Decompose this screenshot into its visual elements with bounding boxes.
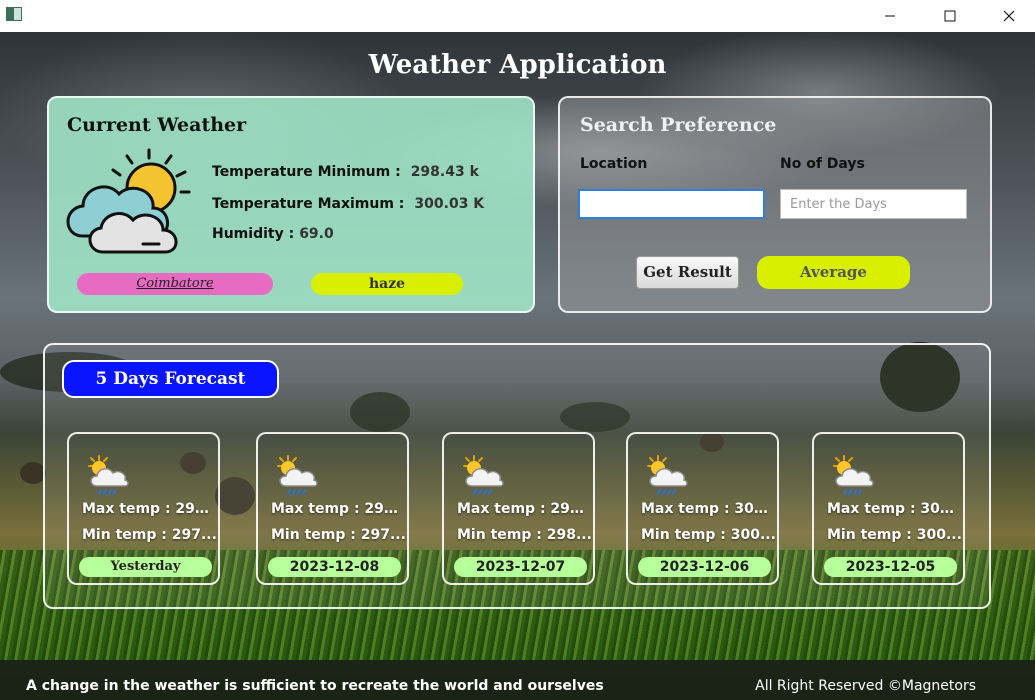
- min-temp-text: Min temp : 297...: [82, 527, 217, 543]
- date-badge: 2023-12-05: [824, 557, 957, 577]
- search-preference-panel: Search Preference Location No of Days Ge…: [558, 96, 992, 313]
- forecast-day-card: Max temp : 297... Min temp : 297... 2023…: [256, 432, 409, 585]
- min-temp-text: Min temp : 298...: [457, 527, 592, 543]
- date-badge: 2023-12-07: [454, 557, 587, 577]
- sun-behind-clouds-icon: [66, 148, 191, 254]
- min-temp-text: Min temp : 300...: [641, 527, 776, 543]
- min-temp-text: Min temp : 297...: [271, 527, 406, 543]
- maximize-button[interactable]: [927, 0, 973, 32]
- max-temp-text: Max temp : 297...: [271, 501, 406, 517]
- forecast-day-card: Max temp : 300... Min temp : 300... 2023…: [812, 432, 965, 585]
- forecast-day-card: Max temp : 298... Min temp : 298... 2023…: [442, 432, 595, 585]
- sun-cloud-rain-icon: [88, 455, 129, 495]
- sun-cloud-rain-icon: [463, 455, 504, 495]
- condition-badge: haze: [311, 273, 463, 295]
- city-link[interactable]: Coimbatore: [77, 273, 273, 295]
- app-title: Weather Application: [368, 50, 667, 80]
- search-preference-title: Search Preference: [580, 114, 777, 136]
- max-temp-text: Max temp : 297...: [82, 501, 217, 517]
- window-title-bar: [0, 0, 1035, 32]
- minimize-icon: [885, 15, 895, 17]
- date-badge: 2023-12-06: [638, 557, 771, 577]
- current-weather-title: Current Weather: [67, 114, 247, 136]
- date-badge: 2023-12-08: [268, 557, 401, 577]
- temp-min-row: Temperature Minimum : 298.43 k: [212, 164, 479, 180]
- forecast-day-card: Max temp : 300... Min temp : 300... 2023…: [626, 432, 779, 585]
- sun-cloud-rain-icon: [277, 455, 318, 495]
- footer-rights: All Right Reserved ©Magnetors: [755, 678, 976, 694]
- close-button[interactable]: [986, 0, 1032, 32]
- sun-cloud-rain-icon: [647, 455, 688, 495]
- humidity-value: 69.0: [299, 226, 334, 242]
- days-label: No of Days: [780, 156, 865, 172]
- days-input[interactable]: [780, 189, 967, 219]
- close-icon: [1003, 10, 1015, 22]
- min-temp-text: Min temp : 300...: [827, 527, 962, 543]
- minimize-button[interactable]: [867, 0, 913, 32]
- app-icon: [6, 7, 22, 21]
- humidity-label: Humidity :: [212, 226, 295, 242]
- temp-min-label: Temperature Minimum :: [212, 164, 401, 180]
- forecast-title: 5 Days Forecast: [62, 360, 279, 398]
- maximize-icon: [944, 10, 956, 22]
- max-temp-text: Max temp : 298...: [457, 501, 592, 517]
- temp-max-label: Temperature Maximum :: [212, 196, 405, 212]
- average-button[interactable]: Average: [757, 256, 910, 289]
- location-input[interactable]: [578, 189, 765, 219]
- forecast-day-card: Max temp : 297... Min temp : 297... Yest…: [67, 432, 220, 585]
- sun-cloud-rain-icon: [833, 455, 874, 495]
- location-label: Location: [580, 156, 648, 172]
- temp-min-value: 298.43 k: [410, 164, 479, 180]
- humidity-row: Humidity :69.0: [212, 226, 334, 242]
- current-weather-panel: Current Weather Temperature Minimum : 298…: [47, 96, 535, 313]
- forecast-panel: 5 Days Forecast Max temp : 297... Min te…: [43, 343, 991, 609]
- max-temp-text: Max temp : 300...: [827, 501, 962, 517]
- get-result-button[interactable]: Get Result: [636, 256, 739, 289]
- footer-quote: A change in the weather is sufficient to…: [26, 678, 604, 694]
- max-temp-text: Max temp : 300...: [641, 501, 776, 517]
- date-badge: Yesterday: [79, 557, 212, 577]
- temp-max-value: 300.03 K: [414, 196, 485, 212]
- temp-max-row: Temperature Maximum : 300.03 K: [212, 196, 484, 212]
